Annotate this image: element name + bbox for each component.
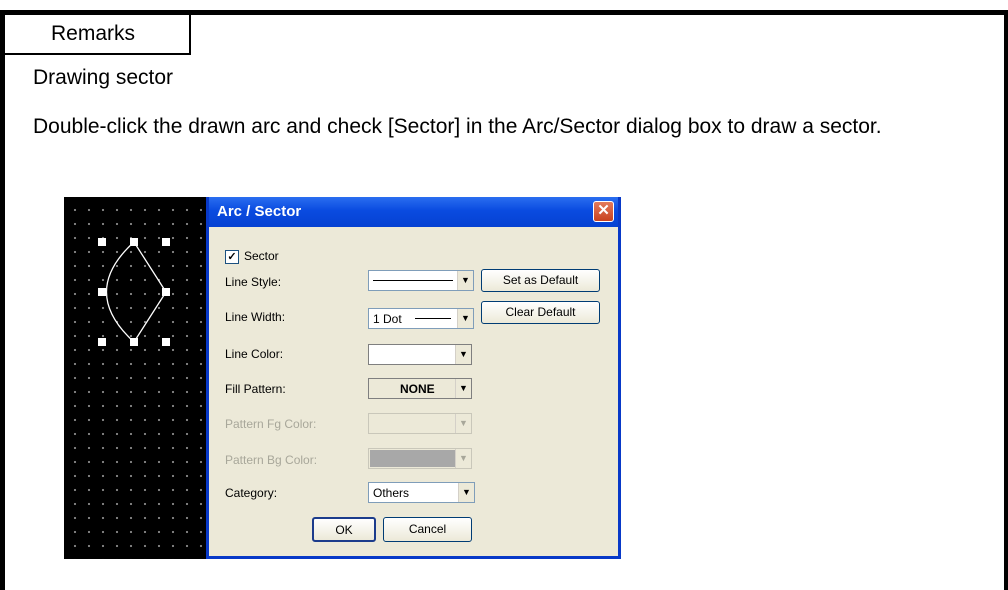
selection-handle — [130, 238, 138, 246]
instruction-text: Double-click the drawn arc and check [Se… — [33, 115, 882, 138]
line-width-value: 1 Dot — [373, 312, 402, 326]
chevron-down-icon: ▼ — [455, 414, 471, 433]
selection-handle — [162, 238, 170, 246]
selection-handle — [98, 288, 106, 296]
line-width-preview — [415, 318, 451, 319]
pattern-fg-color-label: Pattern Fg Color: — [225, 417, 317, 431]
arc-sector-dialog: Arc / Sector ✕ ✓ Sector Line Style: ▼ Li… — [206, 197, 621, 559]
dialog-titlebar[interactable]: Arc / Sector ✕ — [209, 197, 618, 227]
remarks-tab: Remarks — [5, 15, 191, 55]
frame-left-border — [0, 10, 5, 590]
drawing-canvas[interactable] — [64, 197, 206, 559]
line-width-label: Line Width: — [225, 310, 286, 324]
line-style-select[interactable]: ▼ — [368, 270, 474, 291]
category-label: Category: — [225, 486, 278, 500]
category-select[interactable]: Others ▼ — [368, 482, 475, 503]
arc-shape — [105, 241, 167, 343]
selection-handle — [130, 338, 138, 346]
selection-handles — [98, 238, 170, 346]
sector-checkbox[interactable]: ✓ — [225, 250, 239, 264]
line-color-select[interactable]: ▼ — [368, 344, 472, 365]
category-value: Others — [373, 486, 410, 500]
selection-handle — [98, 238, 106, 246]
ok-button[interactable]: OK — [312, 517, 376, 542]
selection-handle — [162, 288, 170, 296]
clear-default-button[interactable]: Clear Default — [481, 301, 600, 324]
chevron-down-icon: ▼ — [455, 449, 471, 468]
chevron-down-icon[interactable]: ▼ — [457, 271, 473, 290]
close-icon[interactable]: ✕ — [593, 201, 614, 222]
line-style-preview — [373, 280, 453, 281]
fill-pattern-label: Fill Pattern: — [225, 382, 286, 396]
chevron-down-icon[interactable]: ▼ — [457, 309, 473, 328]
chevron-down-icon[interactable]: ▼ — [458, 483, 474, 502]
section-heading: Drawing sector — [33, 66, 174, 89]
dialog-title: Arc / Sector — [217, 203, 302, 220]
chevron-down-icon[interactable]: ▼ — [455, 345, 471, 364]
fill-pattern-value: NONE — [400, 382, 435, 396]
selection-handle — [98, 338, 106, 346]
pattern-bg-color-label: Pattern Bg Color: — [225, 453, 318, 467]
pattern-bg-color-select[interactable]: ▼ — [368, 448, 472, 469]
line-style-label: Line Style: — [225, 275, 282, 289]
selection-handle — [162, 338, 170, 346]
line-color-label: Line Color: — [225, 347, 284, 361]
set-as-default-button[interactable]: Set as Default — [481, 269, 600, 292]
fill-pattern-select[interactable]: NONE ▼ — [368, 378, 472, 399]
pattern-fg-color-select[interactable]: ▼ — [368, 413, 472, 434]
cancel-button[interactable]: Cancel — [383, 517, 472, 542]
chevron-down-icon[interactable]: ▼ — [455, 379, 471, 398]
sector-checkbox-label: Sector — [244, 249, 279, 263]
line-width-select[interactable]: 1 Dot ▼ — [368, 308, 474, 329]
pattern-bg-color-swatch — [370, 450, 455, 467]
frame-right-border — [1004, 10, 1008, 590]
